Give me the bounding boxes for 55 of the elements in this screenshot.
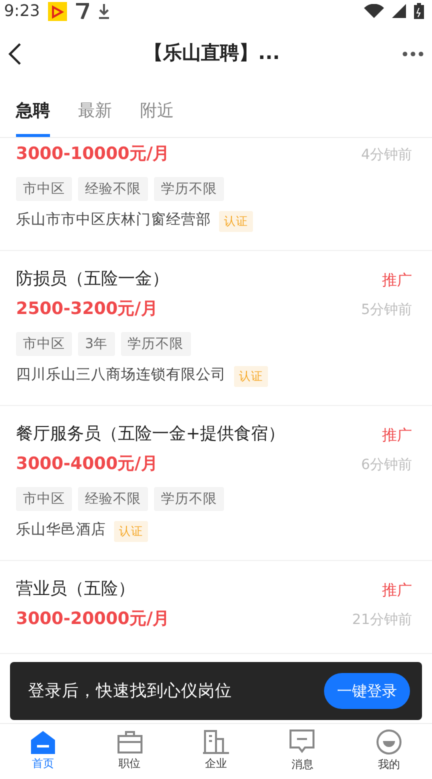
job-tag: 学历不限 (154, 177, 224, 202)
promoted-label: 推广 (382, 424, 412, 446)
job-tag: 市中区 (16, 332, 72, 356)
job-title[interactable]: 防损员（五险一金） (16, 267, 169, 293)
posted-time: 5分钟前 (361, 300, 412, 320)
promoted-label: 推广 (382, 270, 412, 291)
salary: 3000-10000元/月 (16, 143, 170, 166)
tab[interactable]: 附近 (140, 86, 174, 137)
salary: 2500-3200元/月 (16, 298, 158, 322)
login-button[interactable]: 一键登录 (324, 672, 410, 710)
briefcase-icon (116, 730, 143, 754)
page-title: 【乐山直聘】... (143, 40, 281, 66)
smiley-icon (376, 729, 402, 756)
job-tag: 市中区 (16, 177, 72, 202)
job-tag: 学历不限 (120, 332, 191, 356)
more-icon (402, 50, 424, 57)
nav-tab[interactable]: 企业 (172, 724, 260, 779)
salary: 3000-4000元/月 (16, 453, 158, 476)
verified-tag: 认证 (219, 210, 253, 232)
verified-tag: 认证 (114, 520, 148, 542)
banner-text: 登录后，快速找到心仪岗位 (28, 680, 232, 702)
posted-time: 6分钟前 (361, 456, 412, 474)
tab[interactable]: 最新 (78, 86, 112, 137)
battery-icon (414, 3, 424, 19)
wifi-icon (364, 4, 384, 18)
tab[interactable]: 急聘 (16, 86, 50, 137)
seven-icon (74, 3, 89, 19)
posted-time: 4分钟前 (361, 146, 412, 164)
signal-icon (392, 4, 406, 18)
nav-tab[interactable]: 消息 (259, 724, 346, 779)
building-icon (202, 730, 230, 754)
promoted-label: 推广 (382, 580, 412, 601)
job-title[interactable]: 营业员（五险） (16, 577, 135, 603)
status-time: 9:23 (4, 0, 40, 22)
nav-tab[interactable]: 职位 (86, 724, 173, 779)
job-title[interactable]: 餐厅服务员（五险一金+提供食宿） (16, 422, 286, 448)
nav-tab[interactable]: 我的 (346, 724, 432, 779)
company-name: 乐山市市中区庆林门窗经营部 (16, 210, 211, 230)
company-name: 乐山华邑酒店 (16, 520, 106, 540)
back-icon (8, 42, 22, 65)
verified-tag: 认证 (234, 366, 268, 387)
home-icon (30, 730, 56, 754)
job-tag: 市中区 (16, 487, 72, 512)
job-tag: 学历不限 (154, 487, 224, 512)
job-tag: 3年 (78, 332, 115, 356)
nav-tab[interactable]: 首页 (0, 724, 86, 779)
salary: 3000-20000元/月 (16, 608, 170, 632)
company-name: 四川乐山三八商场连锁有限公司 (16, 366, 226, 386)
job-tag: 经验不限 (78, 177, 148, 202)
back-button[interactable] (8, 41, 22, 65)
job-tag: 经验不限 (78, 487, 148, 512)
download-icon (96, 3, 111, 19)
message-icon (289, 729, 316, 756)
posted-time: 21分钟前 (352, 610, 412, 630)
app-notification-icon (48, 2, 67, 20)
